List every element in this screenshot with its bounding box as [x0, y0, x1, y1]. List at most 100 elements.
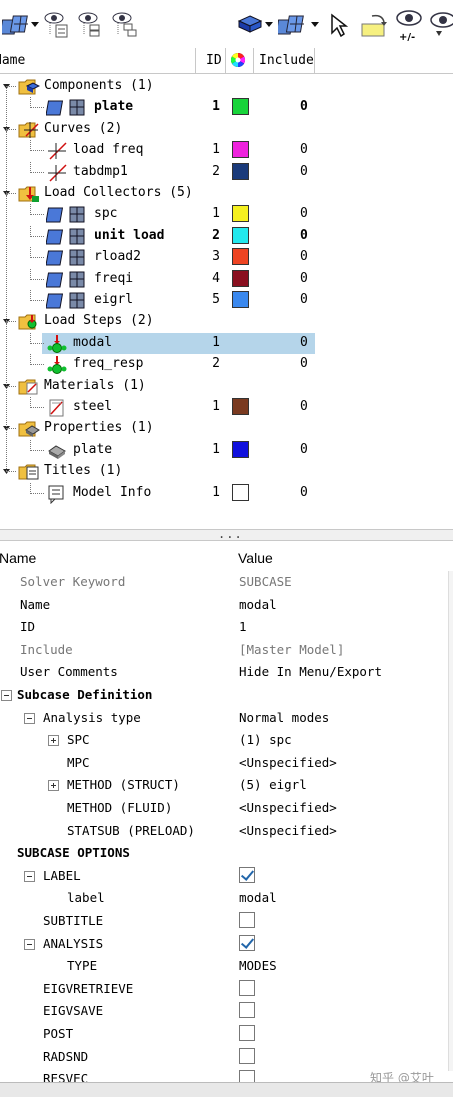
tree-item-rload2[interactable]: rload2 3 0: [0, 247, 453, 268]
column-id[interactable]: ID: [206, 53, 222, 68]
tree-folder-properties[interactable]: Properties (1): [0, 418, 453, 439]
prop-value[interactable]: MODES: [239, 958, 277, 973]
tree-item-eigrl[interactable]: eigrl 5 0: [0, 290, 453, 311]
tree-item-plate[interactable]: plate 1 0: [0, 97, 453, 118]
color-swatch[interactable]: [232, 162, 249, 180]
prop-row-include[interactable]: Include [Master Model]: [0, 639, 453, 661]
color-swatch[interactable]: [232, 98, 249, 116]
column-prop-value[interactable]: Value: [238, 550, 273, 566]
color-swatch[interactable]: [232, 248, 249, 266]
prop-row-spc[interactable]: SPC (1) spc: [0, 729, 453, 751]
tree-item-tabdmp1[interactable]: tabdmp1 2 0: [0, 161, 453, 183]
dropdown-arrow-icon[interactable]: [265, 10, 274, 40]
collector-view-icon[interactable]: [278, 10, 308, 40]
column-name[interactable]: Name: [0, 53, 25, 68]
prop-row-analysis-type[interactable]: Analysis type Normal modes: [0, 707, 453, 729]
prop-row-name[interactable]: Name modal: [0, 594, 453, 616]
prop-checkbox[interactable]: [239, 866, 255, 883]
hide-icon[interactable]: [78, 10, 104, 40]
tree-item-modal[interactable]: modal 1 0: [0, 332, 453, 354]
tree-folder-curves[interactable]: Curves (2): [0, 119, 453, 140]
tree-folder-materials[interactable]: Materials (1): [0, 376, 453, 397]
color-swatch[interactable]: [232, 483, 249, 501]
prop-row-type[interactable]: TYPE MODES: [0, 955, 453, 977]
horizontal-scrollbar[interactable]: [0, 1082, 453, 1097]
tree-item-include: 0: [300, 227, 308, 243]
prop-row-solver-keyword[interactable]: Solver Keyword SUBCASE: [0, 571, 453, 593]
prop-value[interactable]: 1: [239, 619, 247, 634]
component-color-icon[interactable]: [237, 10, 263, 40]
prop-value[interactable]: <Unspecified>: [239, 800, 337, 815]
tree-item-freq_resp[interactable]: freq_resp 2 0: [0, 354, 453, 375]
color-swatch[interactable]: [232, 269, 249, 287]
prop-checkbox[interactable]: [239, 934, 255, 951]
isolate-icon[interactable]: [112, 10, 140, 40]
expand-icon[interactable]: [48, 735, 59, 747]
prop-row-label[interactable]: label modal: [0, 887, 453, 909]
prop-row-mpc[interactable]: MPC <Unspecified>: [0, 752, 453, 774]
prop-row-user-comments[interactable]: User Comments Hide In Menu/Export: [0, 661, 453, 683]
color-swatch[interactable]: [232, 291, 249, 308]
tree-item-steel[interactable]: steel 1 0: [0, 397, 453, 418]
prop-value[interactable]: <Unspecified>: [239, 823, 337, 838]
tree-item-model-info[interactable]: Model Info 1 0: [0, 482, 453, 504]
prop-row-label[interactable]: LABEL: [0, 865, 453, 887]
tree-item-load-freq[interactable]: load freq 1 0: [0, 140, 453, 161]
reset-view-icon[interactable]: [360, 10, 390, 40]
color-swatch[interactable]: [232, 205, 249, 223]
collapse-icon[interactable]: [1, 690, 12, 701]
dropdown-arrow-icon[interactable]: [31, 10, 40, 40]
color-swatch[interactable]: [232, 440, 249, 458]
color-swatch[interactable]: [232, 226, 249, 244]
prop-row-radsnd[interactable]: RADSND: [0, 1046, 453, 1068]
prop-row-eigvretrieve[interactable]: EIGVRETRIEVE: [0, 978, 453, 1000]
tree-folder-titles[interactable]: Titles (1): [0, 461, 453, 482]
prop-value[interactable]: Hide In Menu/Export: [239, 664, 382, 679]
prop-row-method-struct[interactable]: METHOD (STRUCT) (5) eigrl: [0, 774, 453, 796]
prop-value[interactable]: modal: [239, 597, 277, 612]
prop-row-analysis[interactable]: ANALYSIS: [0, 933, 453, 955]
dropdown-arrow-icon[interactable]: [311, 10, 320, 40]
panel-splitter[interactable]: ...: [0, 527, 453, 541]
tree-item-freqi[interactable]: freqi 4 0: [0, 268, 453, 290]
select-cursor-icon[interactable]: [330, 10, 348, 40]
splitter-grip[interactable]: ...: [218, 527, 243, 541]
prop-row-eigvsave[interactable]: EIGVSAVE: [0, 1000, 453, 1022]
prop-row-method-fluid[interactable]: METHOD (FLUID) <Unspecified>: [0, 797, 453, 819]
show-icon[interactable]: [44, 10, 70, 40]
prop-row-post[interactable]: POST: [0, 1023, 453, 1045]
expand-icon[interactable]: [48, 780, 59, 792]
prop-checkbox[interactable]: [239, 979, 255, 996]
prop-value[interactable]: (1) spc: [239, 732, 292, 747]
color-swatch[interactable]: [232, 398, 249, 415]
prop-row-subcase-options[interactable]: SUBCASE OPTIONS: [0, 842, 453, 864]
tree-item-plate[interactable]: plate 1 0: [0, 439, 453, 461]
prop-checkbox[interactable]: [239, 1002, 255, 1019]
tree-item-spc[interactable]: spc 1 0: [0, 204, 453, 225]
color-wheel-icon[interactable]: [230, 52, 246, 72]
prop-checkbox[interactable]: [239, 1025, 255, 1041]
prop-value[interactable]: Normal modes: [239, 710, 329, 725]
prop-checkbox[interactable]: [239, 1047, 255, 1064]
color-swatch[interactable]: [232, 141, 249, 159]
collapse-icon[interactable]: [24, 938, 35, 950]
column-prop-name[interactable]: Name: [0, 550, 36, 566]
prop-row-id[interactable]: ID 1: [0, 616, 453, 638]
tree-folder-load-collectors[interactable]: Load Collectors (5): [0, 183, 453, 204]
prop-row-subtitle[interactable]: SUBTITLE: [0, 910, 453, 932]
collapse-icon[interactable]: [24, 712, 35, 724]
tree-item-unit-load[interactable]: unit load 2 0: [0, 225, 453, 247]
vertical-scrollbar[interactable]: [448, 571, 453, 1071]
isolate-only-icon[interactable]: [428, 10, 453, 40]
entity-view-icon[interactable]: [2, 10, 32, 40]
prop-value[interactable]: modal: [239, 890, 277, 905]
prop-row-subcase-definition[interactable]: Subcase Definition: [0, 684, 453, 706]
prop-row-statsub-preload[interactable]: STATSUB (PRELOAD) <Unspecified>: [0, 820, 453, 842]
collapse-icon[interactable]: [24, 870, 35, 882]
column-include[interactable]: Include: [259, 53, 314, 68]
prop-checkbox[interactable]: [239, 912, 255, 928]
tree-folder-load-steps[interactable]: Load Steps (2): [0, 311, 453, 332]
prop-value[interactable]: <Unspecified>: [239, 755, 337, 770]
tree-folder-components[interactable]: Components (1): [0, 76, 453, 97]
prop-value[interactable]: (5) eigrl: [239, 777, 307, 792]
